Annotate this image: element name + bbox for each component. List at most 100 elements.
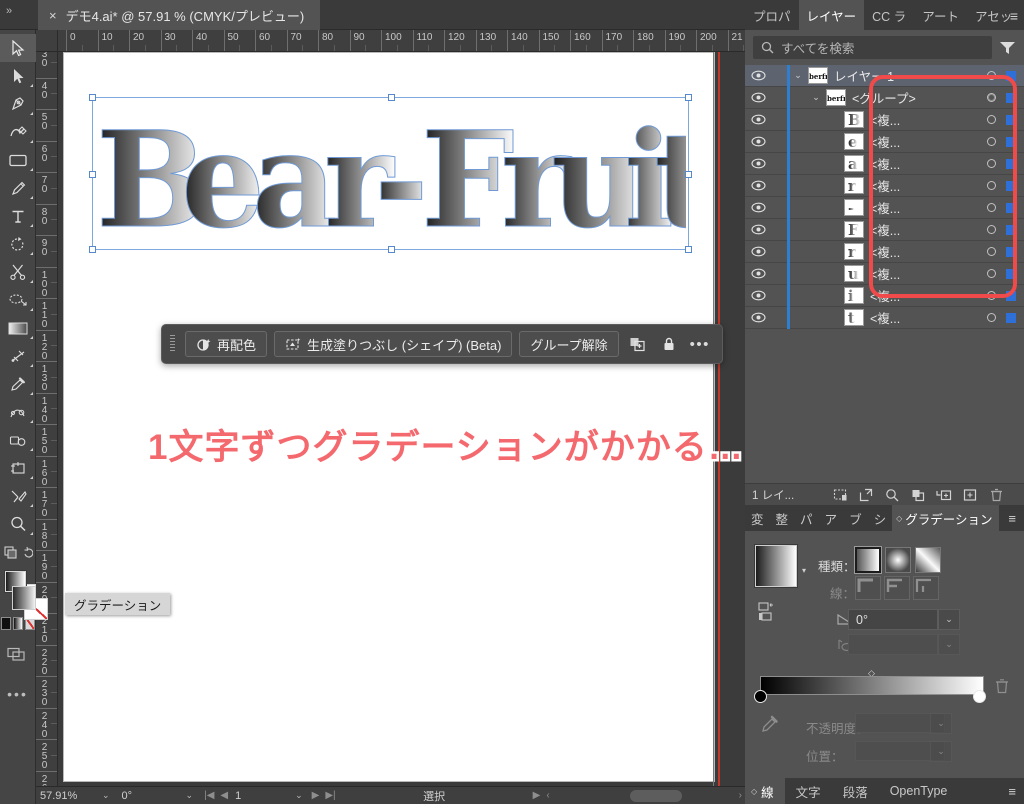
tab-appearance[interactable]: ア bbox=[819, 505, 844, 531]
selection-color-square[interactable] bbox=[1006, 313, 1016, 323]
selection-color-square[interactable] bbox=[1006, 269, 1016, 279]
pen-tool[interactable] bbox=[0, 90, 36, 118]
ruler-corner[interactable] bbox=[36, 30, 58, 52]
layer-row[interactable]: e<複... bbox=[745, 131, 1024, 153]
gradient-stop-start[interactable] bbox=[754, 690, 767, 703]
screen-mode-and-swap[interactable] bbox=[0, 538, 36, 566]
target-indicator[interactable] bbox=[987, 313, 996, 322]
tab-gradient[interactable]: グラデーション bbox=[892, 505, 998, 531]
contextual-toolbar[interactable]: 再配色 生成塗りつぶし (シェイプ) (Beta) グループ解除 ••• bbox=[161, 324, 723, 364]
generative-fill-button[interactable]: 生成塗りつぶし (シェイプ) (Beta) bbox=[274, 331, 512, 357]
target-indicator[interactable] bbox=[987, 115, 996, 124]
tab-character[interactable]: 文字 bbox=[785, 778, 832, 804]
new-sublayer-icon[interactable] bbox=[931, 488, 957, 502]
page-dropdown-icon[interactable]: ⌄ bbox=[295, 790, 303, 801]
stroke-gradient-across[interactable] bbox=[913, 576, 939, 600]
zoom-dropdown-icon[interactable]: ⌄ bbox=[102, 790, 110, 801]
gradient-aspect-input[interactable] bbox=[848, 634, 938, 655]
layer-row[interactable]: a<複... bbox=[745, 153, 1024, 175]
scroll-right-icon[interactable]: › bbox=[736, 790, 745, 801]
target-indicator[interactable] bbox=[987, 181, 996, 190]
eyedropper-tool[interactable] bbox=[0, 370, 36, 398]
layer-row[interactable]: u<複... bbox=[745, 263, 1024, 285]
stroke-gradient-along[interactable] bbox=[884, 576, 910, 600]
scroll-left-icon[interactable]: ‹ bbox=[543, 790, 552, 801]
visibility-eye-icon[interactable] bbox=[745, 158, 771, 169]
layer-row[interactable]: F<複... bbox=[745, 219, 1024, 241]
zoom-tool[interactable] bbox=[0, 510, 36, 538]
zoom-level[interactable]: 57.91% bbox=[36, 787, 98, 804]
gradient-type-radial[interactable] bbox=[885, 547, 911, 573]
tab-symbols[interactable]: シ bbox=[868, 505, 893, 531]
tab-brushes[interactable]: ブ bbox=[843, 505, 868, 531]
rectangle-tool[interactable] bbox=[0, 146, 36, 174]
document-tab[interactable]: × デモ4.ai* @ 57.91 % (CMYK/プレビュー) bbox=[38, 0, 320, 30]
close-icon[interactable]: × bbox=[49, 9, 57, 22]
selection-tool[interactable] bbox=[0, 34, 36, 62]
tab-transform[interactable]: 変 bbox=[745, 505, 770, 531]
tab-opentype[interactable]: OpenType bbox=[879, 778, 959, 804]
gradient-type-linear[interactable] bbox=[855, 547, 881, 573]
filter-icon[interactable] bbox=[999, 40, 1016, 55]
shaper-tool[interactable] bbox=[0, 286, 36, 314]
scissors-tool[interactable] bbox=[0, 258, 36, 286]
blend-tool[interactable] bbox=[0, 398, 36, 426]
next-page-icon[interactable]: ▶ bbox=[309, 790, 323, 801]
angle-dropdown-icon[interactable]: ⌄ bbox=[938, 609, 960, 630]
target-indicator[interactable] bbox=[987, 71, 996, 80]
layer-row[interactable]: r<複... bbox=[745, 175, 1024, 197]
tab-cc-libraries[interactable]: CC ラ bbox=[864, 0, 914, 30]
visibility-eye-icon[interactable] bbox=[745, 114, 771, 125]
toolbar-grip[interactable] bbox=[170, 335, 175, 353]
layer-row[interactable]: ⌄berfrtレイヤー 1 bbox=[745, 65, 1024, 87]
lock-button[interactable] bbox=[657, 332, 681, 356]
gradient-slider[interactable]: ◇ bbox=[758, 668, 988, 704]
selection-color-square[interactable] bbox=[1006, 159, 1016, 169]
gradient-angle-input[interactable]: 0° bbox=[848, 609, 938, 630]
delete-stop-icon[interactable] bbox=[995, 678, 1009, 694]
canvas-area[interactable]: B e a r - F r u i t bbox=[58, 52, 745, 786]
symbol-sprayer-tool[interactable] bbox=[0, 426, 36, 454]
locate-object-icon[interactable] bbox=[879, 488, 905, 502]
selection-color-square[interactable] bbox=[1006, 137, 1016, 147]
layer-name[interactable]: <複... bbox=[870, 308, 987, 327]
selection-color-square[interactable] bbox=[1006, 71, 1016, 81]
color-mode-solid[interactable] bbox=[1, 617, 11, 630]
curvature-tool[interactable] bbox=[0, 118, 36, 146]
gradient-panel-menu-icon[interactable]: ≡ bbox=[1008, 511, 1016, 526]
position-dropdown-icon[interactable]: ⌄ bbox=[930, 741, 952, 762]
layer-row[interactable]: i<複... bbox=[745, 285, 1024, 307]
ungroup-button[interactable]: グループ解除 bbox=[519, 331, 618, 357]
recolor-button[interactable]: 再配色 bbox=[185, 331, 267, 357]
layer-name[interactable]: <複... bbox=[870, 264, 987, 283]
tab-properties[interactable]: プロパ bbox=[745, 0, 799, 30]
visibility-eye-icon[interactable] bbox=[745, 70, 771, 81]
gradient-fill-swatch[interactable] bbox=[12, 586, 36, 610]
layer-row[interactable]: B<複... bbox=[745, 109, 1024, 131]
selection-color-square[interactable] bbox=[1006, 181, 1016, 191]
gradient-preview-swatch[interactable] bbox=[755, 545, 797, 587]
target-indicator[interactable] bbox=[987, 247, 996, 256]
type-tool[interactable] bbox=[0, 202, 36, 230]
layer-name[interactable]: <複... bbox=[870, 286, 987, 305]
layer-name[interactable]: <複... bbox=[870, 220, 987, 239]
status-play-icon[interactable]: ▶ bbox=[530, 790, 544, 801]
layer-name[interactable]: レイヤー 1 bbox=[834, 66, 987, 85]
gradient-preset-dropdown-icon[interactable]: ▾ bbox=[802, 566, 806, 575]
bear-fruit-text[interactable]: B e a r - F r u i t bbox=[96, 98, 686, 248]
more-tools-icon[interactable]: ••• bbox=[0, 686, 35, 702]
first-page-icon[interactable]: |◀ bbox=[201, 790, 217, 801]
gradient-type-freeform[interactable] bbox=[915, 547, 941, 573]
rotation-value[interactable]: 0° bbox=[118, 787, 182, 804]
bottom-panel-menu-icon[interactable]: ≡ bbox=[1008, 784, 1016, 799]
more-options-button[interactable]: ••• bbox=[688, 336, 712, 353]
layer-name[interactable]: <複... bbox=[870, 198, 987, 217]
rotation-dropdown-icon[interactable]: ⌄ bbox=[186, 790, 194, 801]
target-indicator[interactable] bbox=[987, 93, 996, 102]
collect-export-icon[interactable] bbox=[905, 488, 931, 502]
selection-color-square[interactable] bbox=[1006, 93, 1016, 103]
selection-color-square[interactable] bbox=[1006, 203, 1016, 213]
target-indicator[interactable] bbox=[987, 225, 996, 234]
expand-chevron-icon[interactable]: ⌄ bbox=[808, 92, 824, 103]
delete-layer-icon[interactable] bbox=[983, 488, 1009, 502]
